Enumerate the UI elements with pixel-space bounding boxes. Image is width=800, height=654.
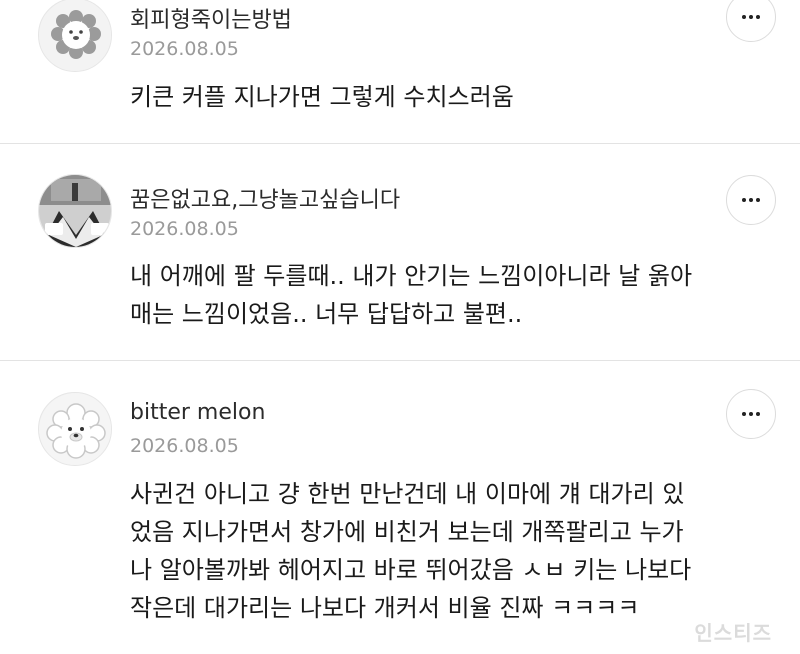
comment-text: 내 어깨에 팔 두를때.. 내가 안기는 느낌이아니라 날 옭아 매는 느낌이었…	[130, 262, 693, 328]
comment-date: 2026.08.05	[130, 435, 239, 457]
comment-text: 사귄건 아니고 걍 한번 만난건데 내 이마에 걔 대가리 있 었음 지나가면서…	[130, 480, 692, 622]
watermark: 인스티즈	[694, 621, 772, 645]
more-options-button[interactable]	[726, 389, 776, 439]
poodle-face-icon[interactable]	[38, 392, 112, 466]
comment-item: 꿈은없고요,그냥놀고싶습니다 2026.08.05 내 어깨에 팔 두를때.. …	[0, 144, 800, 360]
more-icon	[742, 15, 746, 19]
comment-item: 회피형죽이는방법 2026.08.05 키큰 커플 지나가면 그렇게 수치스러움	[0, 0, 800, 143]
comment-feed: 회피형죽이는방법 2026.08.05 키큰 커플 지나가면 그렇게 수치스러움…	[0, 0, 800, 654]
lion-face-icon[interactable]	[38, 0, 112, 72]
meme-photo-avatar[interactable]	[38, 174, 112, 248]
comment-date: 2026.08.05	[130, 218, 239, 240]
more-options-button[interactable]	[726, 175, 776, 225]
comment-username[interactable]: 회피형죽이는방법	[130, 2, 292, 34]
more-options-button[interactable]	[726, 0, 776, 42]
comment-username[interactable]: bitter melon	[130, 400, 265, 425]
more-icon	[742, 412, 746, 416]
comment-text: 키큰 커플 지나가면 그렇게 수치스러움	[130, 83, 514, 111]
comment-item: bitter melon 2026.08.05 사귄건 아니고 걍 한번 만난건…	[0, 361, 800, 654]
comment-date: 2026.08.05	[130, 38, 239, 60]
more-icon	[742, 198, 746, 202]
comment-username[interactable]: 꿈은없고요,그냥놀고싶습니다	[130, 182, 400, 214]
